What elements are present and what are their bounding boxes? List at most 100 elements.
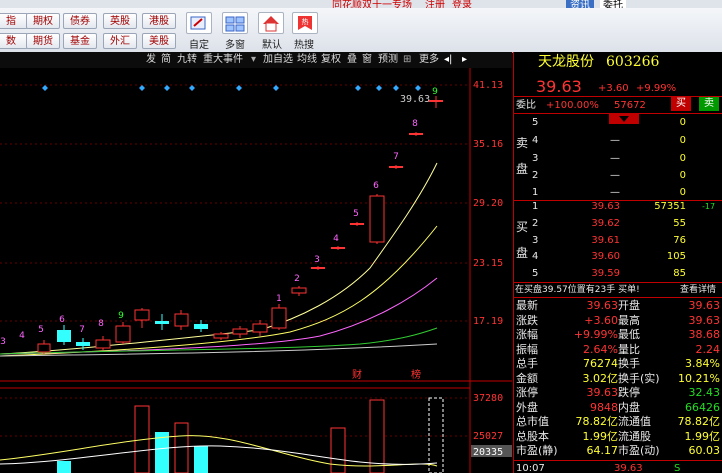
stat-value: 78.82亿	[575, 415, 619, 428]
bonds-button[interactable]: 债券	[63, 13, 97, 29]
uk-stocks-button[interactable]: 英股	[103, 13, 137, 29]
price-tick-label: 41.13	[473, 80, 503, 91]
more-button[interactable]: 更多	[419, 52, 439, 68]
hot-search-label: 热搜	[294, 40, 314, 51]
default-label: 默认	[262, 40, 282, 51]
index-button[interactable]: 指	[0, 13, 28, 29]
tick-direction: S	[674, 463, 681, 473]
add-watchlist-button[interactable]: 加自选	[263, 52, 293, 68]
td-count-label: 7	[393, 152, 399, 162]
chart-tool-jiuzhuan[interactable]: 九转	[177, 52, 197, 68]
data-button[interactable]: 数	[0, 33, 28, 49]
stat-label: 量比	[618, 342, 640, 356]
volume-tick-label: 37280	[473, 393, 503, 404]
stat-value: 60.03	[688, 444, 721, 457]
stat-label: 换手(实)	[618, 371, 660, 385]
tick-price: 39.63	[614, 463, 643, 473]
stat-label: 开盘	[618, 299, 640, 312]
moving-average-button[interactable]: 均线	[297, 52, 317, 68]
stat-label: 涨跌	[516, 313, 538, 327]
delegate-select[interactable]: 委托	[600, 0, 626, 8]
multi-window-label: 多窗	[225, 40, 245, 51]
kline-chart[interactable]: 41.13 35.16 29.20 23.15 17.19 37280 2502…	[0, 68, 512, 473]
stat-value: 3.84%	[685, 357, 720, 370]
buy-button[interactable]: 买	[671, 97, 691, 111]
adjust-rights-button[interactable]: 复权	[321, 52, 341, 68]
stat-label: 跌停	[618, 386, 640, 399]
stat-label: 市盈(静)	[516, 444, 558, 457]
chart-tool-fa[interactable]: 发	[146, 52, 156, 68]
finance-marker[interactable]: 财	[352, 368, 362, 381]
promo-link[interactable]: 同花顺双十一专场	[332, 0, 412, 8]
stat-label: 换手	[618, 357, 640, 370]
hk-stocks-button[interactable]: 港股	[142, 13, 176, 29]
futures-button[interactable]: 期货	[26, 33, 60, 49]
stat-label: 外盘	[516, 400, 538, 414]
chart-tool-major-events[interactable]: 重大事件	[203, 52, 243, 68]
quote-panel: 天龙股份 603266 39.63 +3.60 +9.99% 委比 +100.0…	[513, 52, 722, 473]
collapse-tab[interactable]	[609, 114, 639, 124]
ranking-marker[interactable]: 榜	[411, 368, 421, 381]
stat-value: +9.99%	[573, 328, 618, 341]
weibi-value: +100.00%	[546, 100, 599, 111]
funds-button[interactable]: 基金	[63, 33, 97, 49]
buy-order-note: 在买盘39.57位置有23手 买单!	[515, 285, 640, 295]
td-count-label: 4	[19, 331, 25, 341]
forecast-button[interactable]: 预测	[378, 52, 398, 68]
chart-tool-jian[interactable]: 简	[161, 52, 171, 68]
stat-value: 38.68	[688, 328, 721, 341]
price-tick-label: 29.20	[473, 198, 503, 209]
hot-search-icon[interactable]: 热	[292, 12, 318, 34]
stat-value: 1.99亿	[582, 429, 619, 443]
price-tick-label: 17.19	[473, 316, 503, 327]
stat-value: 3.02亿	[582, 371, 619, 385]
stat-value: 39.63	[688, 313, 721, 327]
news-search-button[interactable]: 资讯	[566, 0, 594, 8]
price-tick-label: 23.15	[473, 258, 503, 269]
price-change-pct: +9.99%	[636, 83, 677, 94]
weicha-value: 57672	[614, 100, 646, 111]
home-icon[interactable]	[258, 12, 284, 34]
stat-value: 1.99亿	[684, 429, 721, 443]
stat-label: 流通值	[618, 415, 651, 428]
td-count-label: 6	[59, 315, 65, 325]
stat-label: 最新	[516, 299, 538, 312]
customize-icon[interactable]	[186, 12, 212, 34]
td-count-label: 1	[276, 294, 282, 304]
td-count-label: 2	[294, 274, 300, 284]
td-count-label: 3	[314, 255, 320, 265]
price-change: +3.60	[598, 83, 629, 94]
stat-label: 最高	[618, 313, 640, 327]
chevron-down-icon[interactable]: ▾	[251, 52, 256, 68]
td-count-label: 4	[333, 234, 339, 244]
current-price: 39.63	[536, 77, 582, 96]
td-count-label: 8	[412, 119, 418, 129]
td-count-label: 6	[373, 181, 379, 191]
expand-icon[interactable]: ▸	[462, 52, 467, 68]
stat-value: 2.64%	[583, 342, 618, 356]
td-count-label: 5	[38, 325, 44, 335]
overlay-button[interactable]: 叠	[347, 52, 357, 68]
td-count-label: 5	[353, 209, 359, 219]
customize-label: 自定	[189, 40, 209, 51]
stat-value: 9848	[590, 400, 618, 414]
stat-value: 2.24	[695, 342, 721, 356]
grid-icon[interactable]: ⊞	[403, 52, 411, 68]
sell-button[interactable]: 卖	[699, 97, 719, 111]
multi-window-icon[interactable]	[222, 12, 248, 34]
view-details-link[interactable]: 查看详情	[680, 284, 716, 297]
login-link[interactable]: 登录	[452, 0, 472, 8]
us-stocks-button[interactable]: 美股	[142, 33, 176, 49]
window-button[interactable]: 窗	[362, 52, 372, 68]
stock-name: 天龙股份	[538, 54, 594, 70]
td-count-label: 9	[432, 87, 438, 97]
stat-value: +3.60	[584, 313, 618, 327]
options-button[interactable]: 期权	[26, 13, 60, 29]
pin-icon[interactable]: ◂|	[444, 52, 452, 68]
forex-button[interactable]: 外汇	[103, 33, 137, 49]
stat-label: 总股本	[516, 429, 549, 443]
stat-label: 金额	[516, 371, 538, 385]
register-link[interactable]: 注册	[425, 0, 445, 8]
stat-value: 39.63	[586, 386, 619, 399]
sell-side-label: 卖盘	[516, 136, 529, 176]
